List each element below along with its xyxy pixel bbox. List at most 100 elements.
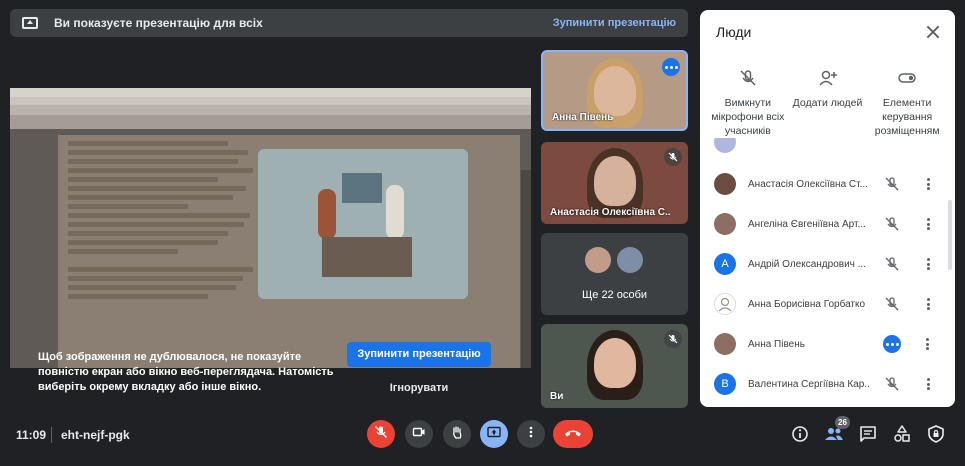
- avatar: [714, 213, 736, 235]
- divider: [51, 427, 52, 443]
- panel-scrollbar[interactable]: [948, 200, 952, 270]
- list-item[interactable]: Анастасія Олексіївна Ст...: [700, 164, 946, 204]
- chat-icon: [860, 426, 876, 442]
- self-name: Ви: [550, 391, 564, 402]
- list-item[interactable]: Ангеліна Євгеніївна Арт...: [700, 204, 946, 244]
- camera-icon: [412, 425, 426, 444]
- meeting-code: eht-nejf-pgk: [61, 428, 130, 442]
- mic-off-icon: [738, 68, 758, 88]
- present-now-button[interactable]: [480, 420, 508, 448]
- more-participants-avatars: [584, 247, 643, 273]
- self-tile[interactable]: Ви: [541, 324, 688, 408]
- current-time: 11:09: [16, 428, 47, 442]
- self-video: [593, 338, 636, 388]
- avatar: [584, 247, 611, 273]
- document-illustration: [258, 149, 468, 299]
- close-icon[interactable]: [923, 22, 943, 42]
- more-options-icon[interactable]: [920, 296, 936, 312]
- presenting-banner-text: Ви показуєте презентацію для всіх: [54, 16, 263, 30]
- microphone-toggle-button[interactable]: [367, 420, 395, 448]
- avatar: А: [714, 253, 736, 275]
- avatar: [616, 247, 643, 273]
- raise-hand-button[interactable]: [443, 420, 471, 448]
- host-controls-label: Елементи керування розміщенням: [874, 97, 940, 137]
- avatar: [714, 293, 736, 315]
- mic-off-icon: [884, 296, 900, 312]
- more-options-icon[interactable]: [920, 216, 936, 232]
- participant-tile[interactable]: Анастасія Олексіївна С...: [541, 142, 688, 224]
- participant-tile[interactable]: Анна Півень: [541, 50, 688, 131]
- more-options-icon[interactable]: [920, 256, 936, 272]
- person-name: Андрій Олександрович ...: [748, 258, 866, 270]
- more-options-button[interactable]: [517, 420, 545, 448]
- ignore-button[interactable]: Ігнорувати: [347, 378, 491, 398]
- info-icon: [792, 426, 808, 442]
- list-item[interactable]: В Валентина Сергіївна Кар...: [700, 364, 946, 404]
- person-name: Анна Борисівна Горбатко: [748, 298, 866, 310]
- person-name: Анастасія Олексіївна Ст...: [748, 178, 868, 190]
- document-text-block: [68, 141, 258, 303]
- more-options-icon[interactable]: [920, 176, 936, 192]
- stop-presenting-button[interactable]: Зупинити презентацію: [347, 342, 491, 367]
- add-person-icon: [818, 68, 838, 88]
- host-controls-button[interactable]: Елементи керування розміщенням: [867, 68, 947, 138]
- people-actions: Вимкнути мікрофони всіх учасників Додати…: [708, 68, 947, 138]
- speaking-indicator-icon: [662, 58, 680, 76]
- mute-all-button[interactable]: Вимкнути мікрофони всіх учасників: [708, 68, 788, 138]
- camera-toggle-button[interactable]: [405, 420, 433, 448]
- avatar: [714, 173, 736, 195]
- mute-all-label: Вимкнути мікрофони всіх учасників: [711, 97, 785, 137]
- more-participants-tile[interactable]: Ще 22 особи: [541, 233, 688, 315]
- mic-off-icon: [374, 425, 388, 444]
- avatar: [714, 138, 736, 153]
- panel-title: Люди: [716, 24, 752, 40]
- activities-button[interactable]: [892, 424, 912, 444]
- add-people-button[interactable]: Додати людей: [788, 68, 868, 138]
- people-list: Анастасія Олексіївна Ст... Ангеліна Євге…: [700, 138, 946, 407]
- mic-off-icon: [884, 216, 900, 232]
- participant-video: [593, 156, 636, 206]
- hand-icon: [450, 425, 464, 444]
- speaking-indicator-icon: [883, 335, 901, 353]
- present-screen-icon: [22, 17, 38, 29]
- more-participants-label: Ще 22 особи: [581, 289, 648, 301]
- more-options-icon[interactable]: [920, 376, 936, 392]
- meet-window: Ви показуєте презентацію для всіх Зупини…: [0, 0, 965, 466]
- toggle-icon: [897, 68, 917, 88]
- shared-window-toolbar: [10, 105, 531, 115]
- shared-window-toolbar-secondary: [10, 115, 531, 129]
- shared-screen-preview: [10, 88, 531, 368]
- presenting-banner: Ви показуєте презентацію для всіх Зупини…: [10, 9, 688, 37]
- activities-icon: [894, 425, 910, 442]
- mic-off-icon: [884, 176, 900, 192]
- person-name: Валентина Сергіївна Кар...: [748, 378, 870, 390]
- host-controls-toggle-button[interactable]: [926, 424, 946, 444]
- mirror-warning: Щоб зображення не дублювалося, не показу…: [10, 330, 531, 410]
- add-people-label: Додати людей: [792, 97, 863, 109]
- mic-off-icon: [884, 256, 900, 272]
- mic-off-icon: [664, 148, 682, 166]
- list-item[interactable]: А Андрій Олександрович ...: [700, 244, 946, 284]
- list-item[interactable]: Анна Борисівна Горбатко: [700, 284, 946, 324]
- leave-call-button[interactable]: [553, 420, 593, 448]
- mic-off-icon: [884, 376, 900, 392]
- person-name: Ангеліна Євгеніївна Арт...: [748, 218, 866, 230]
- participant-name: Анастасія Олексіївна С...: [550, 207, 670, 218]
- avatar: В: [714, 373, 736, 395]
- more-options-icon[interactable]: [919, 336, 935, 352]
- chat-button[interactable]: [858, 424, 878, 444]
- present-screen-icon: [487, 425, 501, 444]
- avatar: [714, 333, 736, 355]
- stop-presenting-link[interactable]: Зупинити презентацію: [553, 17, 676, 29]
- shared-window-titlebar: [10, 88, 531, 97]
- mic-off-icon: [664, 330, 682, 348]
- mirror-warning-message: Щоб зображення не дублювалося, не показу…: [38, 351, 334, 393]
- meeting-details-button[interactable]: [790, 424, 810, 444]
- shield-icon: [928, 425, 944, 443]
- people-panel: Люди Вимкнути мікрофони всіх учасників Д…: [700, 10, 955, 407]
- bottom-bar: 11:09 eht-nejf-pgk: [0, 416, 965, 456]
- more-vert-icon: [524, 425, 538, 444]
- list-item-partial: [700, 138, 946, 162]
- person-name: Анна Півень: [748, 338, 805, 350]
- list-item[interactable]: Анна Півень: [700, 324, 946, 364]
